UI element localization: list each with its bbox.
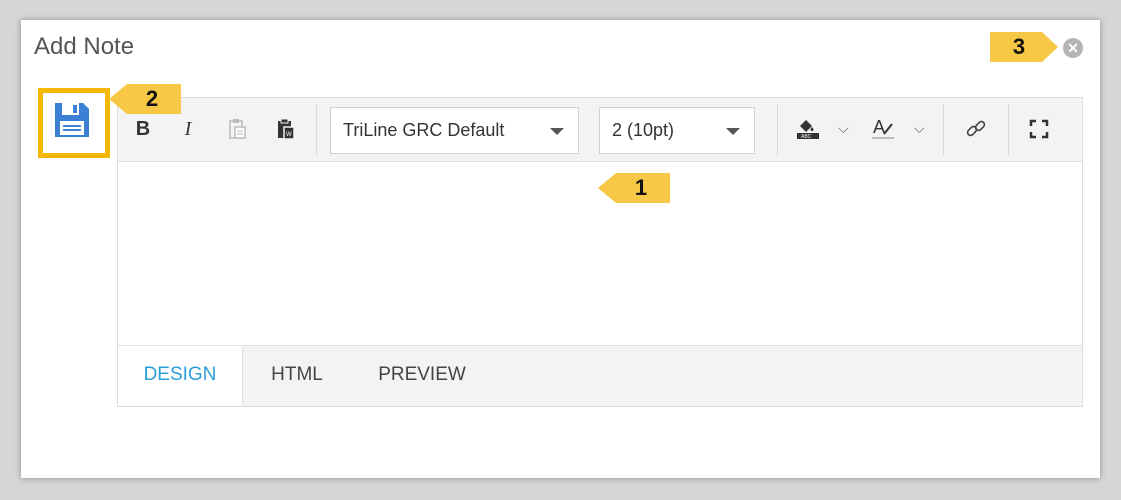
clipboard-paste-icon: W — [278, 118, 295, 140]
save-button-highlight — [38, 88, 110, 158]
insert-link-button[interactable] — [963, 116, 989, 142]
font-family-value: TriLine GRC Default — [343, 120, 505, 140]
font-color-icon: A — [872, 117, 894, 139]
fullscreen-icon — [1029, 119, 1049, 139]
italic-button[interactable]: I — [175, 116, 201, 142]
editor-content-area[interactable] — [118, 162, 1082, 348]
editor-mode-tabs: DESIGN HTML PREVIEW — [118, 345, 1082, 406]
background-color-icon: ABC — [797, 120, 819, 140]
copy-button[interactable] — [224, 116, 250, 142]
background-color-button[interactable]: ABC — [795, 116, 821, 142]
tab-design[interactable]: DESIGN — [118, 346, 243, 406]
background-color-chevron-icon[interactable]: ⌵ — [838, 120, 849, 137]
font-color-chevron-icon[interactable]: ⌵ — [914, 120, 925, 137]
rich-text-editor: B I W TriLine GRC Default 2 (10pt) ABC ⌵… — [117, 97, 1083, 407]
svg-text:A: A — [873, 117, 885, 137]
toolbar-separator — [943, 104, 944, 156]
toolbar-separator — [1008, 104, 1009, 156]
add-note-dialog: Add Note ✕ B I W TriLine GRC Default 2 (… — [21, 20, 1100, 478]
chevron-down-icon — [550, 128, 564, 135]
tab-preview[interactable]: PREVIEW — [364, 346, 480, 406]
toolbar-separator — [777, 104, 778, 156]
fullscreen-button[interactable] — [1026, 116, 1052, 142]
link-icon — [966, 120, 986, 137]
svg-text:ABC: ABC — [801, 134, 812, 140]
tab-html[interactable]: HTML — [252, 346, 342, 406]
bold-button[interactable]: B — [130, 116, 156, 142]
dialog-title: Add Note — [34, 33, 135, 60]
font-size-select[interactable]: 2 (10pt) — [599, 107, 755, 154]
font-color-button[interactable]: A — [870, 116, 896, 142]
clipboard-copy-icon — [229, 119, 246, 139]
paste-button[interactable]: W — [273, 116, 299, 142]
toolbar-separator — [316, 104, 317, 156]
font-family-select[interactable]: TriLine GRC Default — [330, 107, 579, 154]
close-icon[interactable]: ✕ — [1063, 38, 1083, 58]
font-size-value: 2 (10pt) — [612, 120, 675, 140]
editor-toolbar: B I W TriLine GRC Default 2 (10pt) ABC ⌵… — [118, 98, 1082, 162]
svg-text:W: W — [286, 132, 292, 138]
chevron-down-icon — [726, 128, 740, 135]
